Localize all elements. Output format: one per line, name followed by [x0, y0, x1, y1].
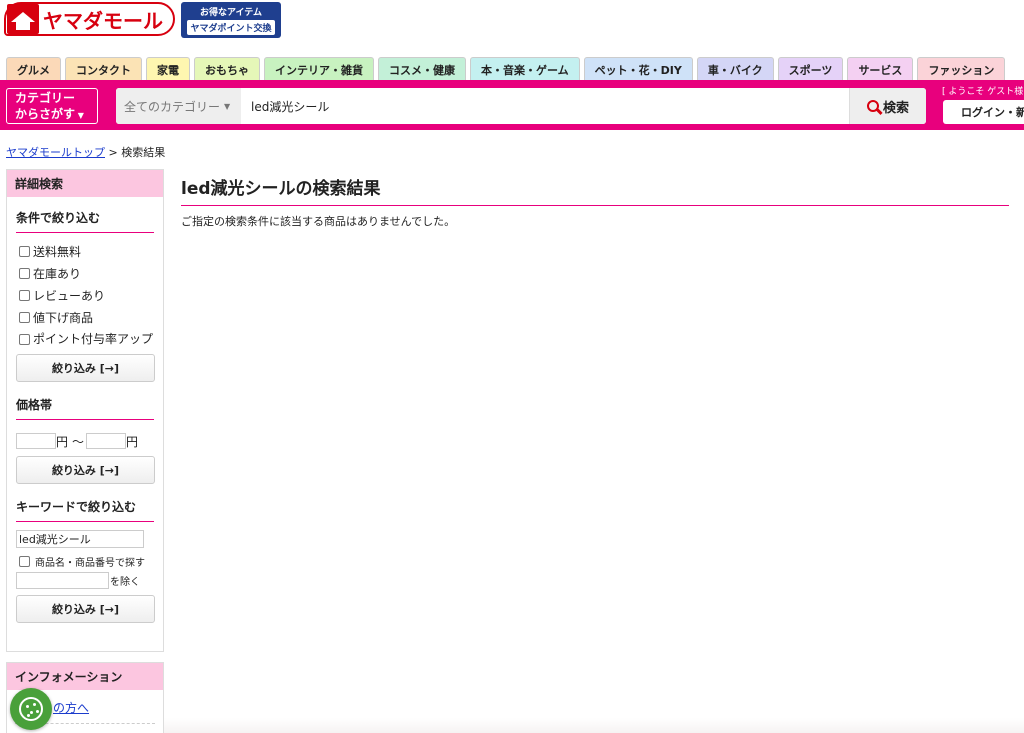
condition-has-review[interactable]: レビューあり [19, 284, 163, 306]
checkbox[interactable] [19, 311, 30, 323]
category-browse-button[interactable]: カテゴリー からさがす ▼ [6, 88, 98, 124]
checkbox[interactable] [19, 267, 30, 279]
search-button[interactable]: 検索 [849, 88, 926, 124]
detail-search-heading: 詳細検索 [7, 170, 163, 197]
category-select[interactable]: 全てのカテゴリー ▼ [116, 88, 241, 124]
product-name-number-check[interactable]: 商品名・商品番号で探す [19, 553, 163, 569]
condition-free-shipping[interactable]: 送料無料 [19, 240, 163, 262]
tab-appliances[interactable]: 家電 [146, 57, 190, 81]
welcome-text: [ ようこそ ゲスト様 [942, 87, 1024, 97]
price-heading: 価格帯 [16, 396, 154, 420]
tab-sports[interactable]: スポーツ [777, 57, 844, 81]
footer-fade [164, 718, 1024, 733]
logo-area: ヤマダモール お得なアイテム ヤマダポイント交換 [4, 2, 281, 42]
triangle-down-icon: ▼ [75, 111, 84, 120]
keyword-input[interactable] [16, 530, 144, 548]
category-tabs: グルメ コンタクト 家電 おもちゃ インテリア・雑貨 コスメ・健康 本・音楽・ゲ… [6, 57, 1006, 81]
triangle-down-icon: ▼ [224, 101, 231, 111]
checkbox[interactable] [19, 289, 30, 301]
category-browse-label: カテゴリー からさがす [15, 91, 76, 121]
filter-conditions-button[interactable]: 絞り込み [→] [16, 354, 155, 382]
exclude-row: を除く [16, 572, 163, 589]
logo-text: ヤマダモール [43, 8, 163, 33]
cookie-icon [19, 697, 43, 721]
price-range: 円 〜 円 [16, 432, 163, 450]
conditions-heading: 条件で絞り込む [16, 209, 154, 233]
breadcrumb: ヤマダモールトップ > 検索結果 [6, 144, 165, 160]
tab-car[interactable]: 車・バイク [696, 57, 774, 81]
keyword-heading: キーワードで絞り込む [16, 498, 154, 522]
condition-in-stock[interactable]: 在庫あり [19, 262, 163, 284]
price-max-input[interactable] [86, 433, 127, 449]
point-exchange-banner[interactable]: お得なアイテム ヤマダポイント交換 [181, 2, 281, 38]
breadcrumb-separator: > [108, 146, 118, 159]
tab-toys[interactable]: おもちゃ [194, 57, 260, 81]
point-badge-top: お得なアイテム [199, 8, 263, 18]
tab-service[interactable]: サービス [847, 57, 914, 81]
tab-pet[interactable]: ペット・花・DIY [583, 57, 693, 81]
search-input[interactable] [241, 88, 849, 124]
condition-price-down[interactable]: 値下げ商品 [19, 306, 163, 328]
search-box: 全てのカテゴリー ▼ 検索 [116, 88, 926, 124]
price-min-input[interactable] [16, 433, 56, 449]
detail-search-panel: 詳細検索 条件で絞り込む 送料無料 在庫あり レビューあり 値下げ商品 ポイント… [6, 169, 164, 652]
tab-fashion[interactable]: ファッション [917, 57, 1006, 81]
breadcrumb-home-link[interactable]: ヤマダモールトップ [6, 146, 105, 159]
condition-point-up[interactable]: ポイント付与率アップ [16, 328, 156, 350]
exclude-keyword-input[interactable] [16, 572, 109, 589]
tab-interior[interactable]: インテリア・雑貨 [264, 57, 374, 81]
page-title: led減光シールの検索結果 [181, 174, 1009, 206]
breadcrumb-current: 検索結果 [121, 146, 166, 159]
tab-books[interactable]: 本・音楽・ゲーム [470, 57, 580, 81]
yamada-mall-logo[interactable]: ヤマダモール [4, 2, 175, 36]
filter-price-button[interactable]: 絞り込み [→] [16, 456, 155, 484]
no-result-message: ご指定の検索条件に該当する商品はありませんでした。 [181, 215, 456, 228]
tab-contact[interactable]: コンタクト [65, 57, 142, 81]
search-bar: カテゴリーからさがす ▼ 全てのカテゴリー ▼ 検索 [ ようこそ ゲスト様 ロ… [0, 80, 1024, 130]
information-link[interactable]: の方へ [53, 699, 163, 716]
cookie-settings-button[interactable] [10, 688, 52, 730]
login-register-button[interactable]: ログイン・新 [943, 100, 1024, 124]
house-logo-icon [7, 4, 39, 34]
checkbox[interactable] [19, 334, 30, 345]
tab-cosme[interactable]: コスメ・健康 [378, 57, 466, 81]
tab-gourmet[interactable]: グルメ [6, 57, 61, 81]
point-badge-bottom: ヤマダポイント交換 [187, 20, 275, 35]
search-icon [866, 100, 879, 112]
information-heading: インフォメーション [7, 663, 163, 690]
filter-keyword-button[interactable]: 絞り込み [→] [16, 595, 155, 623]
checkbox[interactable] [19, 555, 30, 567]
checkbox[interactable] [19, 245, 30, 257]
